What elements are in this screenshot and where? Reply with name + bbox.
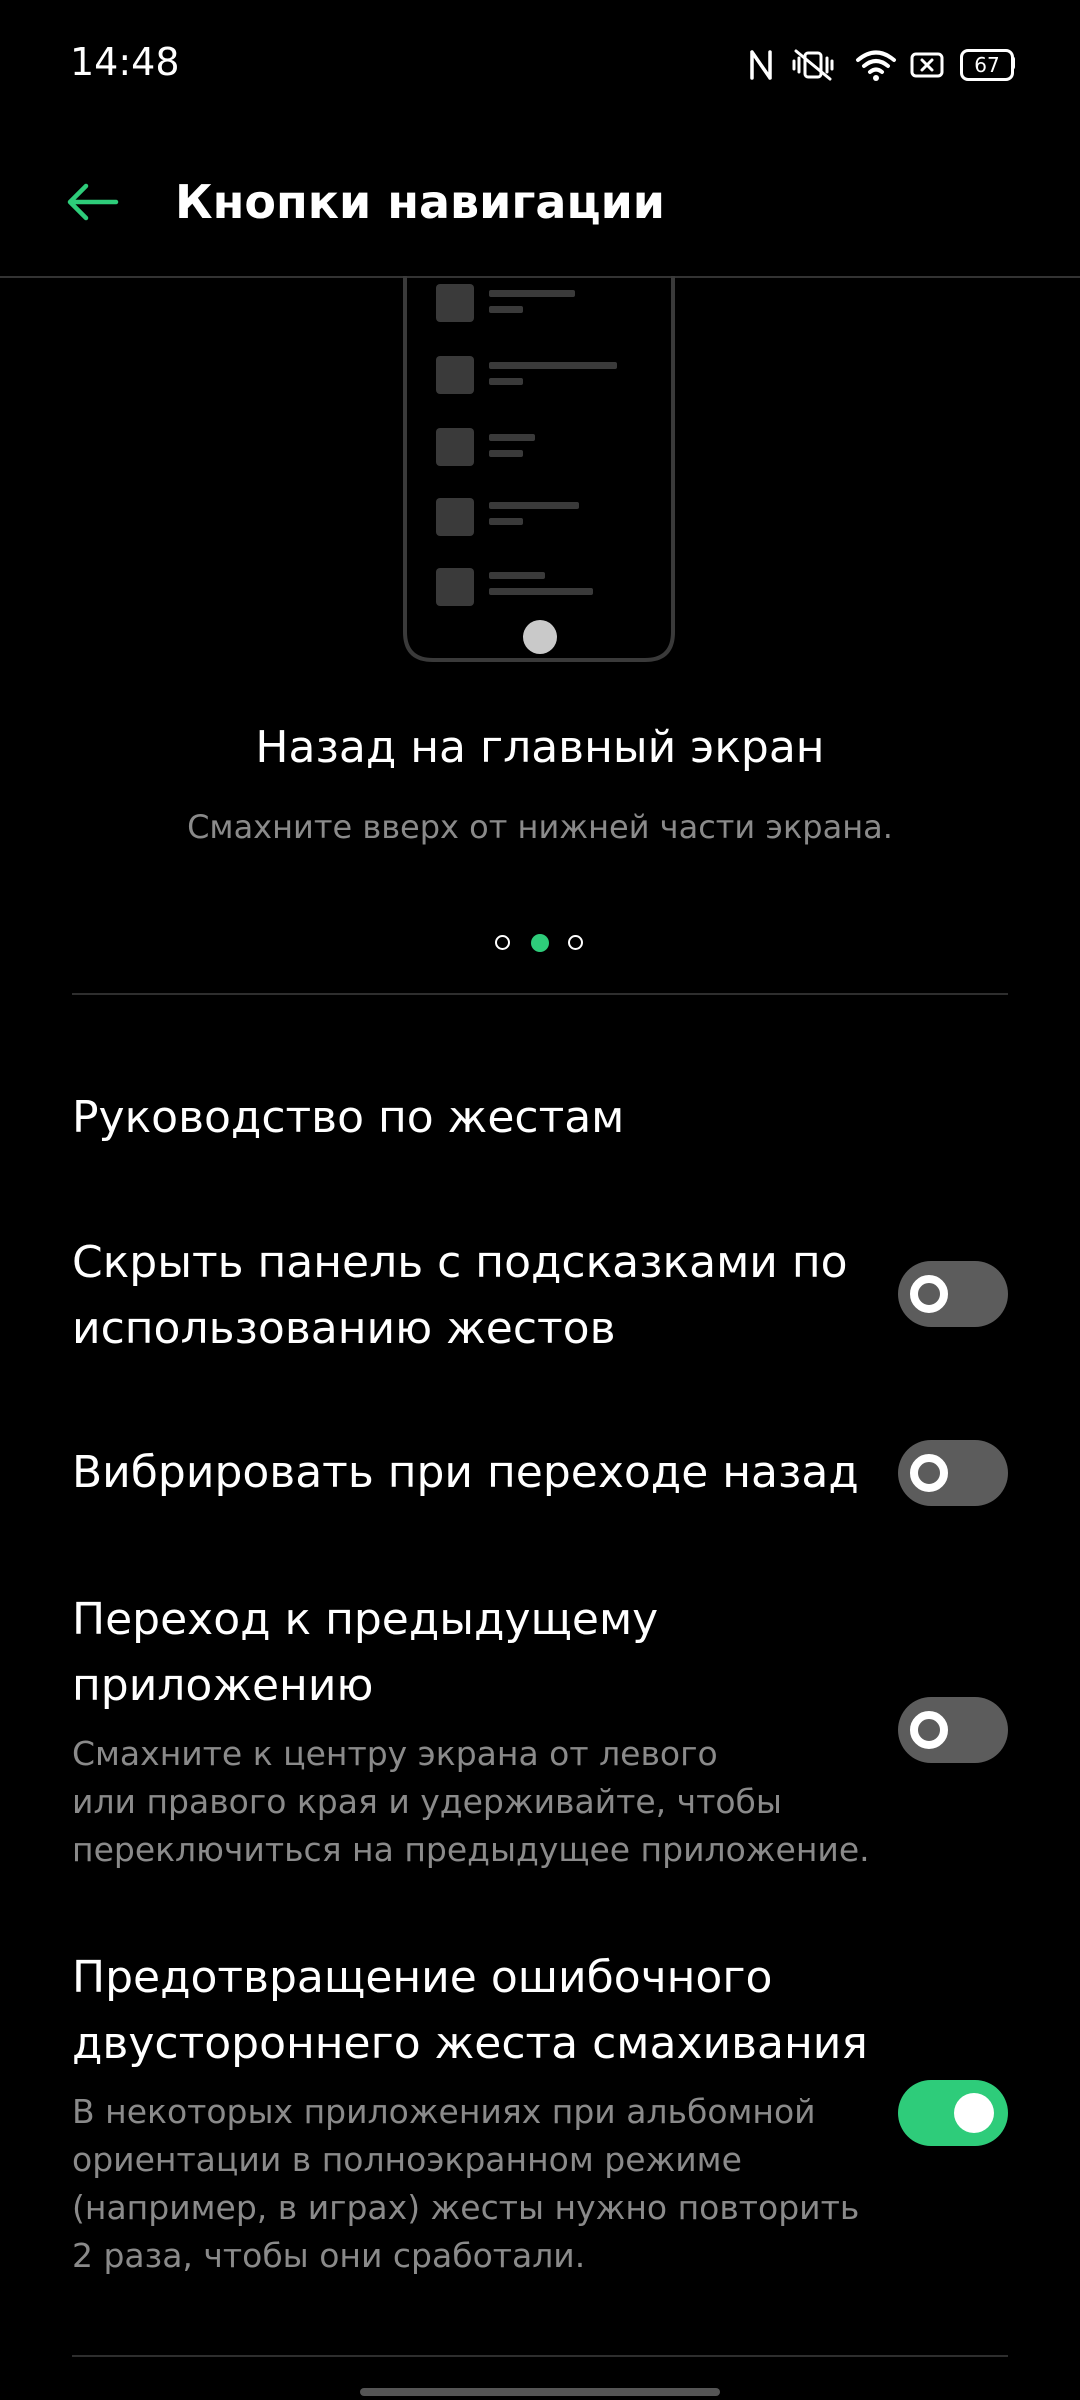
carousel-title: Назад на главный экран: [255, 722, 825, 773]
gesture-handle-dot: [523, 620, 557, 654]
prevent-double-swipe-title-line1: Предотвращение ошибочного: [72, 1952, 773, 2003]
phone-illustration: [403, 276, 675, 662]
prevent-double-swipe-desc-line4: 2 раза, чтобы они сработали.: [72, 2236, 586, 2275]
toggle-knob: [910, 1454, 948, 1492]
prevent-double-swipe-toggle[interactable]: [898, 2080, 1008, 2146]
switch-previous-app-desc-line1: Смахните к центру экрана от левого: [72, 1734, 718, 1773]
section-divider: [72, 993, 1008, 995]
toggle-knob: [910, 1275, 948, 1313]
bottom-divider: [72, 2355, 1008, 2357]
hide-hint-panel-row[interactable]: Скрыть панель с подсказками по использов…: [0, 1230, 1080, 1360]
vibrate-on-back-row[interactable]: Вибрировать при переходе назад: [0, 1440, 1080, 1506]
switch-previous-app-title-line2: приложению: [72, 1660, 374, 1711]
screenshot-icon: [910, 52, 944, 78]
prevent-double-swipe-desc-line2: ориентации в полноэкранном режиме: [72, 2140, 742, 2179]
switch-previous-app-desc-line3: переключиться на предыдущее приложение.: [72, 1830, 870, 1869]
gesture-guide-title: Руководство по жестам: [72, 1092, 625, 1143]
vibrate-on-back-toggle[interactable]: [898, 1440, 1008, 1506]
hide-hint-panel-title-line2: использованию жестов: [72, 1303, 616, 1354]
switch-previous-app-desc-line2: или правого края и удерживайте, чтобы: [72, 1782, 782, 1821]
wifi-icon: [856, 50, 896, 81]
carousel-subtitle: Смахните вверх от нижней части экрана.: [187, 808, 893, 846]
prevent-double-swipe-row[interactable]: Предотвращение ошибочного двустороннего …: [0, 1945, 1080, 2285]
switch-previous-app-row[interactable]: Переход к предыдущему приложению Смахнит…: [0, 1587, 1080, 1877]
toggle-knob: [954, 2093, 994, 2133]
prevent-double-swipe-title-line2: двустороннего жеста смахивания: [72, 2018, 868, 2069]
switch-previous-app-title-line1: Переход к предыдущему: [72, 1594, 659, 1645]
vibrate-on-back-title: Вибрировать при переходе назад: [72, 1447, 859, 1498]
status-time: 14:48: [70, 40, 180, 84]
nfc-icon: [750, 50, 772, 80]
carousel-page-dot-1[interactable]: [495, 935, 510, 950]
switch-previous-app-toggle[interactable]: [898, 1697, 1008, 1763]
page-title: Кнопки навигации: [175, 175, 666, 229]
carousel-page-dot-2-active[interactable]: [531, 934, 549, 952]
hide-hint-panel-toggle[interactable]: [898, 1261, 1008, 1327]
gesture-guide-row[interactable]: Руководство по жестам: [0, 1070, 1080, 1166]
prevent-double-swipe-desc-line1: В некоторых приложениях при альбомной: [72, 2092, 816, 2131]
arrow-left-icon: [67, 183, 119, 221]
prevent-double-swipe-desc-line3: (например, в играх) жесты нужно повторит…: [72, 2188, 860, 2227]
battery-tip: [1011, 56, 1015, 70]
back-button[interactable]: [62, 172, 122, 232]
home-indicator[interactable]: [360, 2388, 720, 2396]
vibrate-mute-icon: [792, 49, 834, 81]
battery-icon: 67: [960, 49, 1014, 81]
toggle-knob: [910, 1711, 948, 1749]
hide-hint-panel-title-line1: Скрыть панель с подсказками по: [72, 1237, 848, 1288]
carousel-page-dot-3[interactable]: [568, 935, 583, 950]
